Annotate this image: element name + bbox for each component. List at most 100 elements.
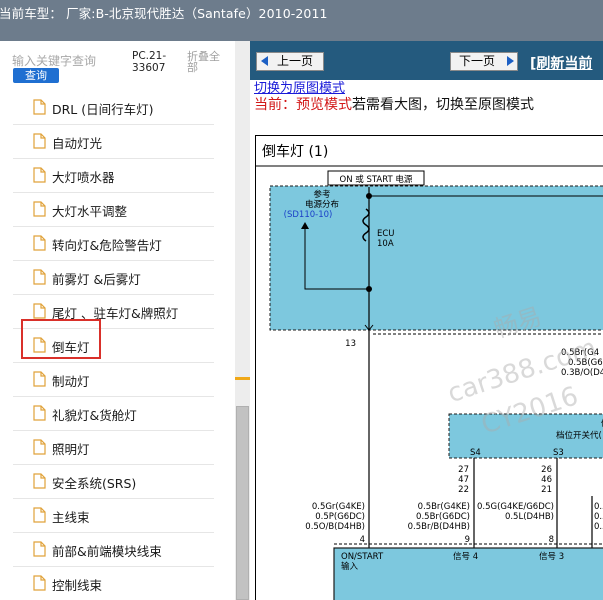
document-icon	[33, 99, 46, 115]
title-bar: 当前车型： 厂家:B-北京现代胜达（Santafe）2010-2011	[0, 0, 603, 41]
wiring-diagram: 倒车灯 (1) ON 或 START 电源 参考 电源分布 (SD110-10)…	[255, 135, 603, 600]
topic-item[interactable]: 制动灯	[13, 363, 214, 397]
topic-item[interactable]: 自动灯光	[13, 125, 214, 159]
pin-c1-3: 22	[458, 485, 469, 495]
topic-item[interactable]: 前雾灯 &后雾灯	[13, 261, 214, 295]
pin-c1-2: 47	[458, 475, 469, 485]
pin-c2-3: 21	[541, 485, 552, 495]
document-icon	[33, 439, 46, 455]
topic-item[interactable]: 主线束	[13, 499, 214, 533]
ref-line2: 电源分布	[305, 199, 339, 210]
fuse-label: ECU	[377, 229, 395, 239]
mode-current-value: 预览模式	[296, 97, 352, 113]
junction-top	[366, 193, 372, 199]
mode-current-label: 当前：	[254, 97, 296, 113]
wire-a-2: 0.5P(G6DC)	[315, 512, 365, 522]
pc-code: PC.21-33607	[132, 50, 167, 74]
next-page-button[interactable]: 下一页	[450, 52, 518, 71]
mode-hint: 若需看大图，切换至原图模式	[352, 97, 534, 113]
right-label-1: 0.5Br(G4	[561, 348, 599, 358]
topic-item-label: 安全系统(SRS)	[52, 476, 137, 491]
wire-d-1: 0.5	[594, 502, 603, 512]
wire-b-3: 0.5Br/B(D4HB)	[408, 522, 470, 532]
topic-item-label: 制动灯	[52, 374, 90, 389]
topic-item[interactable]: 礼貌灯&货舱灯	[13, 397, 214, 431]
wire-a-3: 0.5O/B(D4HB)	[305, 522, 365, 532]
topic-item-label: 前雾灯 &后雾灯	[52, 272, 141, 287]
search-input[interactable]	[12, 53, 124, 69]
module-sub: 档位开关代(	[556, 430, 602, 441]
topic-item-label: 控制线束	[52, 578, 103, 593]
scroll-thumb[interactable]	[236, 406, 249, 600]
ecu-input-1: ON/START	[341, 552, 384, 562]
query-button[interactable]: 查询	[13, 68, 59, 83]
topic-item-label: DRL (日间行车灯)	[52, 102, 154, 117]
wire-d-3: 0.5	[594, 522, 603, 532]
topic-item[interactable]: 控制线束	[13, 567, 214, 600]
pin-c1-1: 27	[458, 465, 469, 475]
topic-item[interactable]: 前部&前端模块线束	[13, 533, 214, 567]
mode-status: 当前：预览模式若需看大图，切换至原图模式	[254, 94, 534, 114]
prev-page-button[interactable]: 上一页	[256, 52, 324, 71]
document-icon	[33, 507, 46, 523]
document-icon	[33, 167, 46, 183]
signal-3: 信号 3	[539, 551, 564, 562]
wire-b-2: 0.5Br(G6DC)	[416, 512, 470, 522]
topic-item[interactable]: 转向灯&危险警告灯	[13, 227, 214, 261]
window-title: 当前车型： 厂家:B-北京现代胜达（Santafe）2010-2011	[0, 6, 328, 21]
document-icon	[33, 473, 46, 489]
search-area: 查询 PC.21-33607 折叠全部	[0, 41, 250, 91]
wire-a-1: 0.5Gr(G4KE)	[312, 502, 365, 512]
topic-item[interactable]: 大灯水平调整	[13, 193, 214, 227]
document-icon	[33, 235, 46, 251]
document-icon	[33, 303, 46, 319]
topic-item[interactable]: 照明灯	[13, 431, 214, 465]
document-icon	[33, 575, 46, 591]
document-icon	[33, 541, 46, 557]
signal-4: 信号 4	[453, 551, 478, 562]
document-icon	[33, 133, 46, 149]
topic-item-label: 自动灯光	[52, 136, 103, 151]
prev-arrow-icon	[261, 56, 268, 66]
ecu-input-2: 输入	[341, 561, 359, 572]
viewer-panel: 上一页 下一页 [刷新当前 切换为原图模式 当前：预览模式若需看大图，切换至原图…	[250, 41, 603, 600]
fuse-rating: 10A	[377, 239, 394, 249]
topic-item-label: 主线束	[52, 510, 90, 525]
diagram-drawing: ON 或 START 电源 参考 电源分布 (SD110-10) ECU 10A…	[256, 165, 603, 600]
wire-b-1: 0.5Br(G4KE)	[418, 502, 470, 512]
prev-page-label: 上一页	[277, 54, 314, 68]
topic-item[interactable]: DRL (日间行车灯)	[13, 91, 214, 125]
topic-item-label: 照明灯	[52, 442, 90, 457]
pin-c2-1: 26	[541, 465, 552, 475]
topic-item-label: 转向灯&危险警告灯	[52, 238, 162, 253]
pin-s3: S3	[553, 448, 564, 458]
document-icon	[33, 405, 46, 421]
selected-item-highlight	[21, 319, 101, 359]
junction-mid	[366, 286, 372, 292]
pin-s4: S4	[470, 448, 481, 458]
right-label-2: 0.5B(G6	[568, 358, 603, 368]
topic-item-label: 礼貌灯&货舱灯	[52, 408, 137, 423]
topic-item-label: 大灯喷水器	[52, 170, 115, 185]
topic-item[interactable]: 大灯喷水器	[13, 159, 214, 193]
document-icon	[33, 201, 46, 217]
viewer-toolbar: 上一页 下一页 [刷新当前	[250, 41, 603, 80]
refresh-current-link[interactable]: [刷新当前	[530, 53, 592, 73]
wire-c-1: 0.5G(G4KE/G6DC)	[477, 502, 554, 512]
wire-d-2: 0.5	[594, 512, 603, 522]
next-page-label: 下一页	[459, 54, 496, 68]
document-icon	[33, 371, 46, 387]
scroll-marker	[235, 377, 250, 380]
power-label: ON 或 START 电源	[340, 174, 413, 185]
topic-item[interactable]: 安全系统(SRS)	[13, 465, 214, 499]
topic-item-label: 前部&前端模块线束	[52, 544, 162, 559]
pin-13: 13	[345, 339, 356, 349]
next-arrow-icon	[507, 56, 514, 66]
ref-code: (SD110-10)	[284, 210, 333, 220]
document-icon	[33, 269, 46, 285]
fold-all-button[interactable]: 折叠全部	[187, 51, 227, 73]
ref-line1: 参考	[313, 189, 330, 200]
topic-item-label: 大灯水平调整	[52, 204, 128, 219]
pin-c2-2: 46	[541, 475, 552, 485]
wire-c-2: 0.5L(D4HB)	[505, 512, 554, 522]
